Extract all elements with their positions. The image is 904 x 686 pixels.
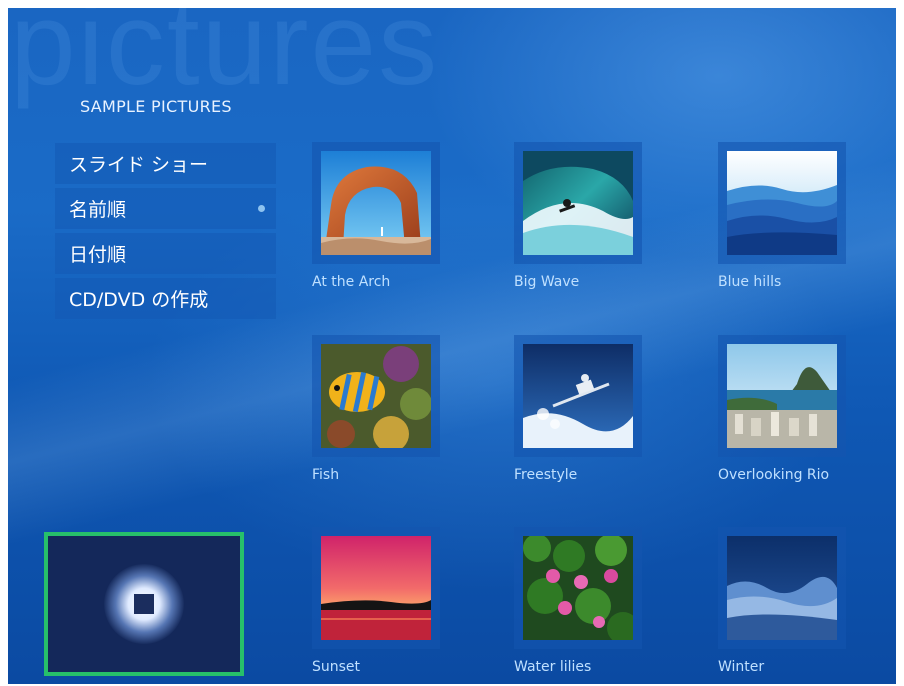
picture-label: Freestyle [514, 467, 578, 483]
picture-label: Big Wave [514, 274, 580, 290]
sunset-thumbnail [321, 536, 431, 640]
menu-item-label: 名前順 [69, 199, 127, 221]
blue-hills-thumbnail [727, 151, 837, 255]
picture-tile[interactable]: Blue hills [718, 142, 846, 290]
menu-item-sort-by-date[interactable]: 日付順 [55, 233, 276, 274]
winter-thumbnail [727, 536, 837, 640]
view-menu: スライド ショー 名前順 日付順 CD/DVD の作成 [55, 143, 276, 323]
picture-tile[interactable]: Overlooking Rio [718, 335, 846, 483]
picture-tile[interactable]: Fish [312, 335, 440, 483]
overlooking-rio-thumbnail [727, 344, 837, 448]
thumbnail-frame [312, 527, 440, 649]
section-title: SAMPLE PICTURES [80, 97, 232, 116]
selected-dot-icon [258, 205, 265, 212]
menu-item-sort-by-name[interactable]: 名前順 [55, 188, 276, 229]
picture-label: Winter [718, 659, 765, 675]
thumbnail-frame [718, 142, 846, 264]
menu-item-label: CD/DVD の作成 [69, 289, 209, 311]
menu-item-label: スライド ショー [69, 154, 209, 176]
picture-tile[interactable]: Water lilies [514, 527, 642, 675]
arch-thumbnail [321, 151, 431, 255]
thumbnail-frame [718, 335, 846, 457]
menu-item-slideshow[interactable]: スライド ショー [55, 143, 276, 184]
picture-label: Overlooking Rio [718, 467, 830, 483]
thumbnail-frame [718, 527, 846, 649]
picture-label: At the Arch [312, 274, 391, 290]
freestyle-thumbnail [523, 344, 633, 448]
thumbnail-frame [514, 527, 642, 649]
menu-item-burn-cd-dvd[interactable]: CD/DVD の作成 [55, 278, 276, 319]
picture-tile[interactable]: Winter [718, 527, 846, 675]
water-lilies-thumbnail [523, 536, 633, 640]
picture-label: Sunset [312, 659, 361, 675]
picture-tile[interactable]: Big Wave [514, 142, 642, 290]
menu-item-label: 日付順 [69, 244, 127, 266]
picture-tile[interactable]: Freestyle [514, 335, 642, 483]
thumbnail-frame [312, 142, 440, 264]
picture-label: Fish [312, 467, 340, 483]
thumbnail-frame [514, 142, 642, 264]
picture-label: Blue hills [718, 274, 782, 290]
picture-tile[interactable]: Sunset [312, 527, 440, 675]
stop-icon [134, 594, 154, 614]
fish-thumbnail [321, 344, 431, 448]
picture-tile[interactable]: At the Arch [312, 142, 440, 290]
media-center-screen: pictures SAMPLE PICTURES スライド ショー 名前順 日付… [8, 8, 896, 684]
picture-label: Water lilies [514, 659, 592, 675]
big-wave-thumbnail [523, 151, 633, 255]
thumbnail-frame [514, 335, 642, 457]
now-playing-preview[interactable] [44, 532, 244, 676]
thumbnail-frame [312, 335, 440, 457]
